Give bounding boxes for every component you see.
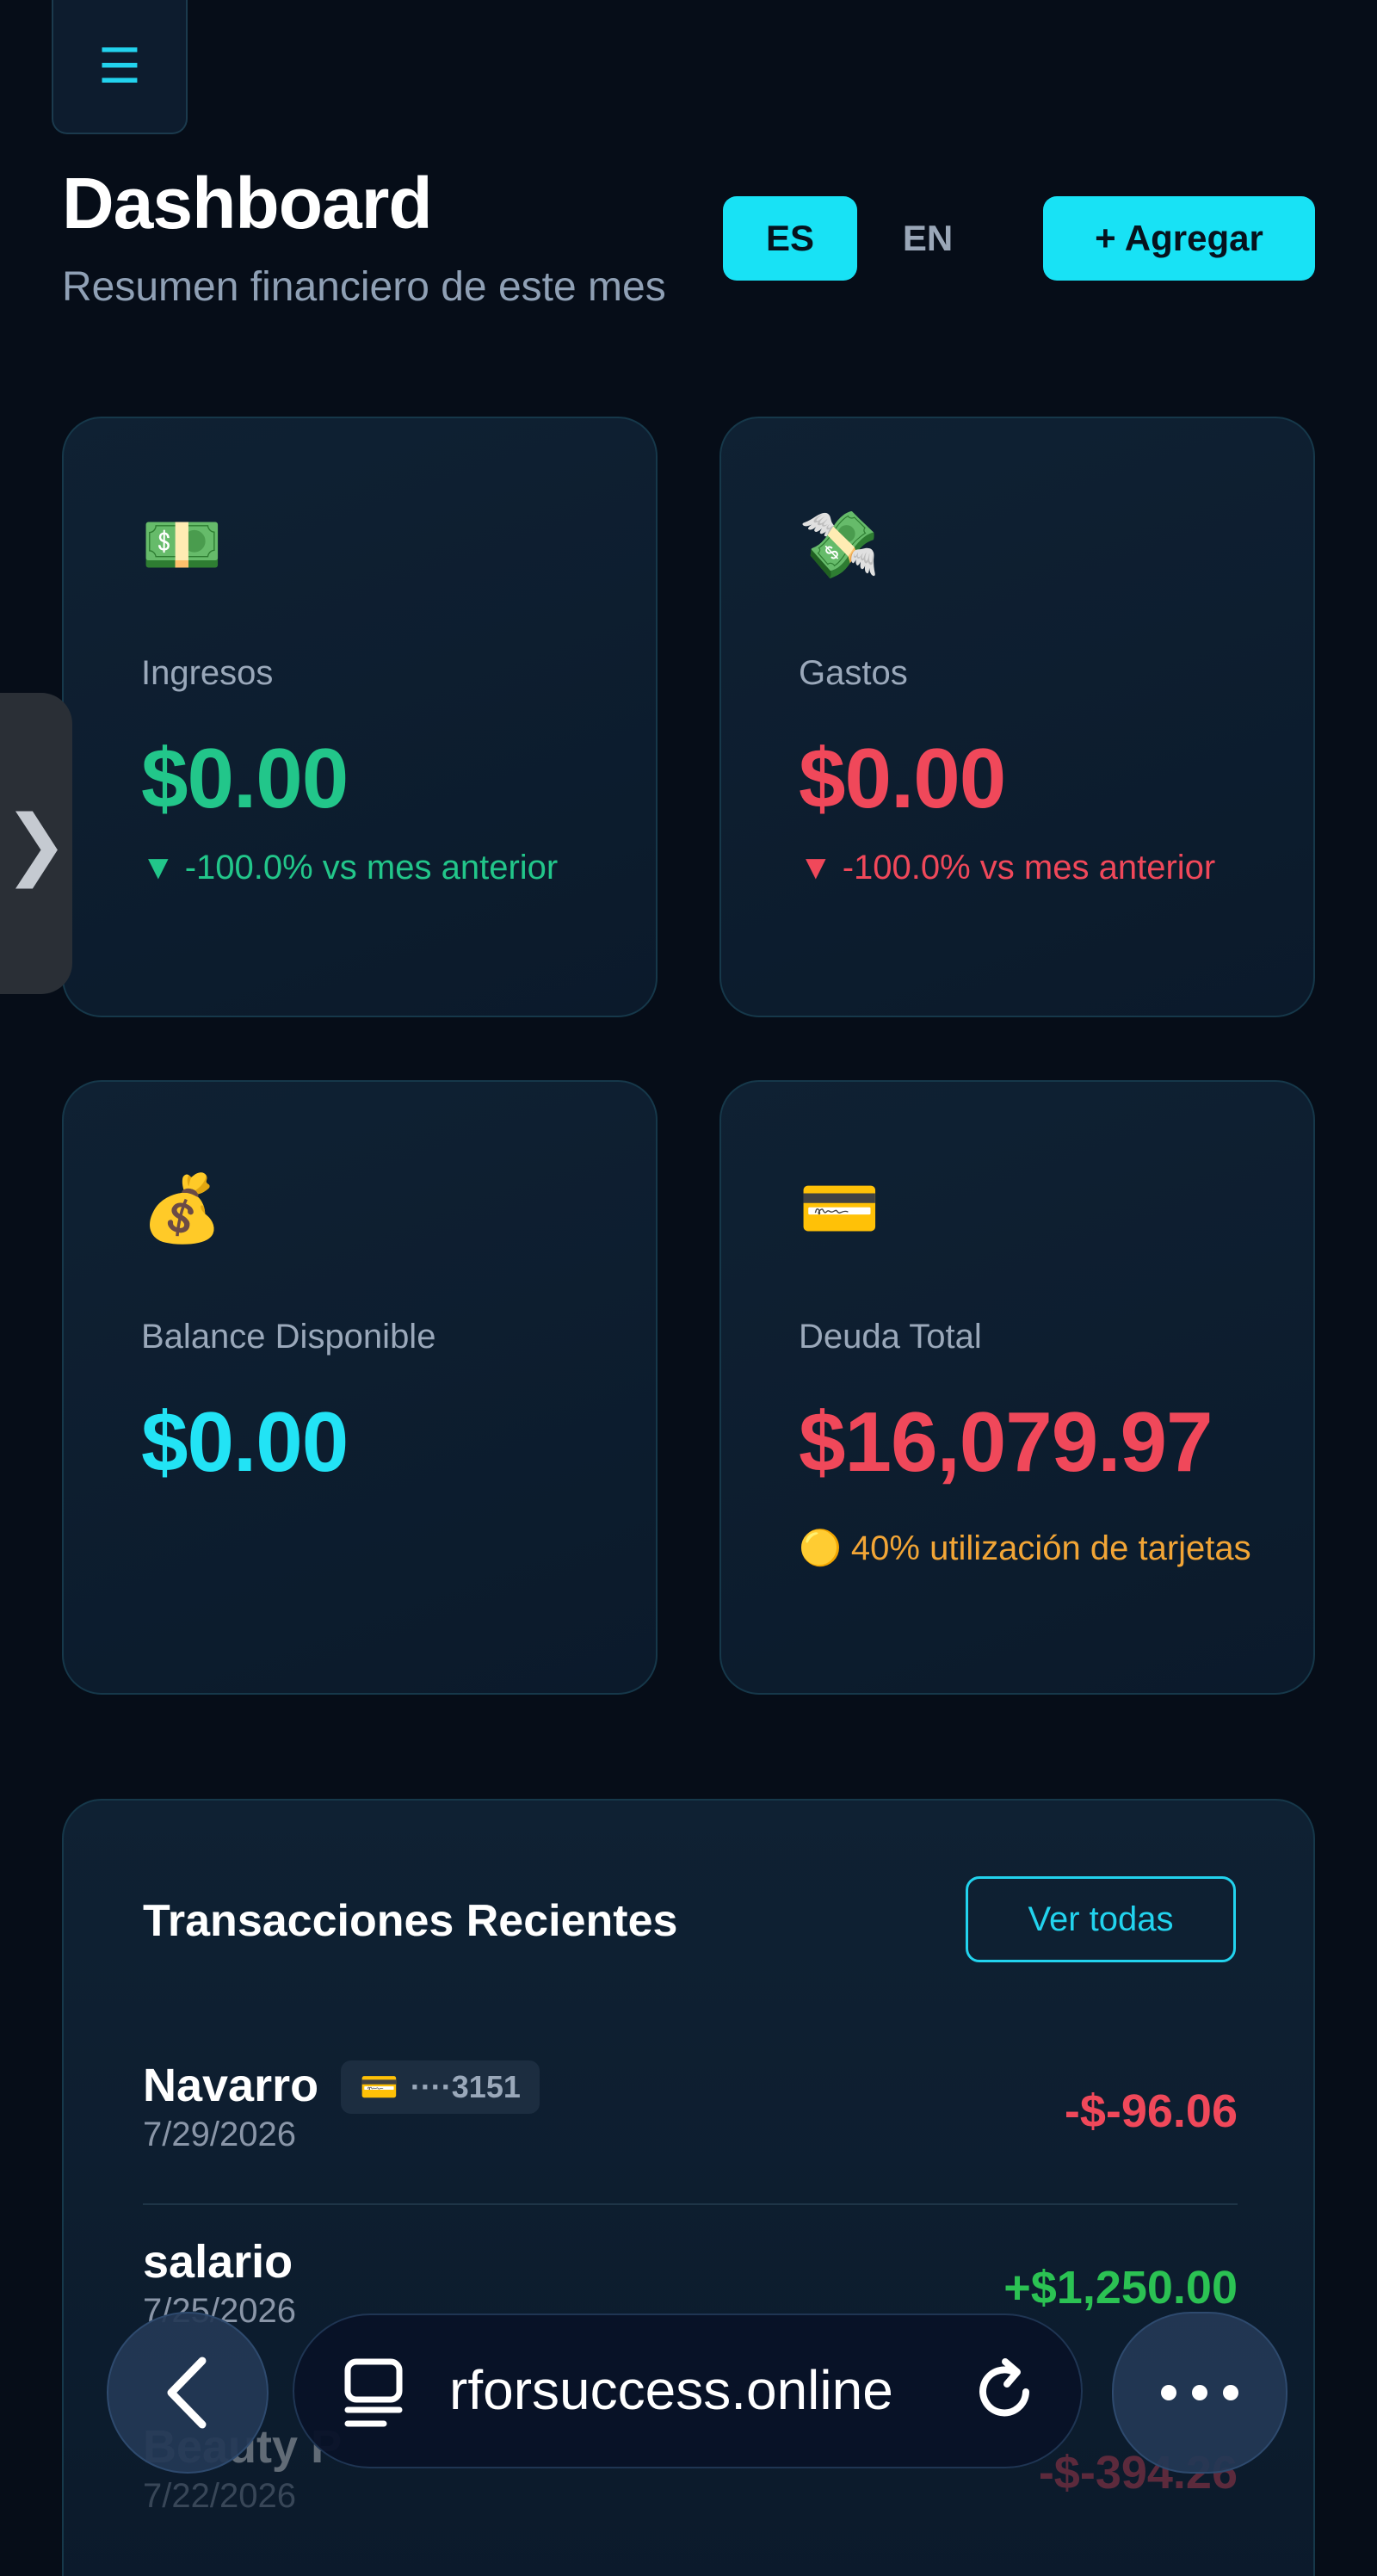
income-value: $0.00	[141, 731, 349, 825]
transaction-row[interactable]: Navarro 💳 ····3151 7/29/2026 -$-96.06	[143, 2059, 1238, 2231]
debt-card: 💳 Deuda Total $16,079.97 🟡 40% utilizaci…	[719, 1080, 1315, 1695]
expense-card: 💸 Gastos $0.00 ▼ -100.0% vs mes anterior	[719, 417, 1315, 1017]
url-text: rforsuccess.online	[449, 2359, 893, 2421]
debt-utilization-note: 🟡 40% utilización de tarjetas	[799, 1529, 1251, 1567]
more-options-button[interactable]	[1112, 2312, 1287, 2474]
card-last4: ····3151	[410, 2069, 521, 2104]
card-tag: 💳 ····3151	[341, 2060, 540, 2114]
row-divider	[143, 2203, 1238, 2205]
transactions-title: Transacciones Recientes	[143, 1896, 678, 1946]
back-button[interactable]	[107, 2312, 269, 2474]
language-en-button[interactable]: EN	[878, 196, 978, 281]
menu-button[interactable]: ☰	[52, 0, 188, 134]
chevron-right-icon: ❯	[3, 800, 69, 887]
language-es-button[interactable]: ES	[723, 196, 857, 281]
transaction-date: 7/29/2026	[143, 2116, 296, 2153]
credit-card-icon: 💳	[799, 1172, 880, 1245]
ellipsis-icon	[1223, 2385, 1238, 2400]
chevron-left-icon	[167, 2357, 207, 2429]
expense-value: $0.00	[799, 731, 1006, 825]
ellipsis-icon	[1161, 2385, 1176, 2400]
debt-value: $16,079.97	[799, 1394, 1213, 1489]
page-title: Dashboard	[62, 163, 433, 244]
expense-label: Gastos	[799, 654, 908, 692]
ellipsis-icon	[1192, 2385, 1207, 2400]
income-card: 💵 Ingresos $0.00 ▼ -100.0% vs mes anteri…	[62, 417, 658, 1017]
income-delta: ▼ -100.0% vs mes anterior	[141, 849, 559, 886]
transaction-name: Navarro	[143, 2060, 319, 2111]
page-subtitle: Resumen financiero de este mes	[62, 264, 666, 310]
add-button[interactable]: + Agregar	[1043, 196, 1315, 281]
money-bag-icon: 💰	[141, 1172, 223, 1245]
balance-card: 💰 Balance Disponible $0.00	[62, 1080, 658, 1695]
debt-label: Deuda Total	[799, 1318, 982, 1356]
money-bill-icon: 💵	[141, 509, 223, 582]
expense-delta: ▼ -100.0% vs mes anterior	[799, 849, 1216, 886]
transaction-amount: -$-96.06	[1064, 2085, 1238, 2137]
tabs-icon	[344, 2358, 403, 2427]
balance-label: Balance Disponible	[141, 1318, 436, 1356]
view-all-button[interactable]: Ver todas	[966, 1876, 1236, 1962]
money-wings-icon: 💸	[799, 509, 880, 582]
reload-icon[interactable]	[966, 2353, 1043, 2431]
transaction-name: salario	[143, 2236, 293, 2288]
browser-toolbar: rforsuccess.online	[0, 2289, 1377, 2513]
balance-value: $0.00	[141, 1394, 349, 1489]
side-drawer-handle[interactable]: ❯	[0, 693, 72, 994]
income-label: Ingresos	[141, 654, 274, 692]
credit-card-icon: 💳	[360, 2069, 398, 2104]
address-bar[interactable]: rforsuccess.online	[293, 2313, 1083, 2468]
hamburger-icon: ☰	[97, 39, 142, 93]
